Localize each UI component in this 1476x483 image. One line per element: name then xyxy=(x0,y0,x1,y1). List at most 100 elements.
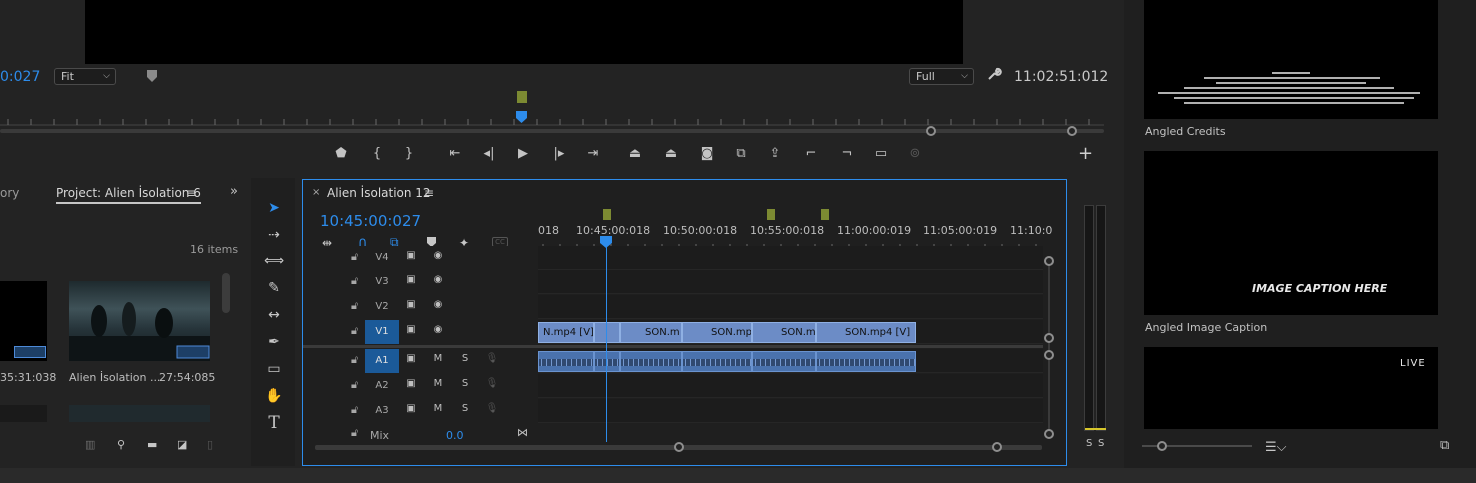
scroll-handle[interactable] xyxy=(1044,429,1054,439)
sort-list-icon[interactable]: ☰⌵ xyxy=(1265,440,1287,455)
graphic-template-thumbnail[interactable] xyxy=(1144,0,1438,119)
tab-history[interactable]: ory xyxy=(0,186,19,200)
video-clip[interactable]: SON.m xyxy=(752,322,816,343)
sequence-tab[interactable]: Alien İsolation 12 xyxy=(327,186,431,200)
mix-volume-value[interactable]: 0.0 xyxy=(446,429,464,442)
trash-icon[interactable]: ▯ xyxy=(207,438,213,451)
timeline-horizontal-scrollbar[interactable] xyxy=(315,442,1042,452)
sync-lock-icon[interactable]: ▣ xyxy=(403,274,419,285)
solo-left-button[interactable]: S xyxy=(1086,438,1092,449)
go-to-out-button[interactable]: ⇥ xyxy=(582,143,604,165)
lock-icon[interactable]: 🔓︎ xyxy=(351,324,358,338)
track-lane[interactable] xyxy=(538,349,1043,373)
lock-icon[interactable]: 🔓︎ xyxy=(351,378,358,392)
monitor-time-ruler[interactable] xyxy=(0,112,1104,126)
monitor-zoom-scrollbar[interactable] xyxy=(0,126,1104,136)
clip-thumbnail[interactable] xyxy=(69,405,210,422)
tab-project[interactable]: Project: Alien İsolation 6 xyxy=(56,186,201,204)
audio-clip[interactable] xyxy=(816,351,916,372)
vr-video-button[interactable]: ⊚ xyxy=(904,143,926,165)
sync-lock-icon[interactable]: ▣ xyxy=(403,250,419,261)
sequence-timecode[interactable]: 10:45:00:027 xyxy=(320,212,421,230)
safe-margins-button[interactable]: ▭ xyxy=(870,143,892,165)
sequence-marker[interactable] xyxy=(821,209,829,220)
microphone-icon[interactable]: 🎙︎ xyxy=(484,403,500,414)
sync-lock-icon[interactable]: ▣ xyxy=(403,378,419,389)
button-editor-add-icon[interactable]: + xyxy=(1078,143,1093,164)
slider-handle[interactable] xyxy=(1157,441,1167,451)
lift-button[interactable]: ⏏ xyxy=(624,143,646,165)
vertical-zoom-scrollbar[interactable] xyxy=(1044,256,1054,439)
playhead-timecode[interactable]: 0:027 xyxy=(0,69,40,85)
marker-shield-icon[interactable] xyxy=(146,69,158,86)
microphone-icon[interactable]: 🎙︎ xyxy=(484,353,500,364)
mute-button[interactable]: M xyxy=(430,403,446,414)
panel-menu-icon[interactable]: ≡ xyxy=(186,186,196,200)
selection-tool-icon[interactable]: ➤ xyxy=(263,197,285,219)
monitor-playhead[interactable] xyxy=(516,111,527,126)
track-target-a3[interactable]: A3 xyxy=(365,399,399,423)
monitor-marker[interactable] xyxy=(517,91,527,103)
new-item-icon[interactable]: ◪ xyxy=(177,438,187,451)
track-lane[interactable] xyxy=(538,399,1043,423)
mark-out-button[interactable]: } xyxy=(398,143,420,165)
track-lane[interactable]: N.mp4 [V] SON.m SON.mp SON.m SON.mp4 [V] xyxy=(538,320,1043,344)
microphone-icon[interactable]: 🎙︎ xyxy=(484,378,500,389)
new-layer-icon[interactable]: ⧉ xyxy=(1440,438,1449,453)
comparison-view-button[interactable]: ⧉ xyxy=(730,143,752,165)
step-forward-button[interactable]: |▸ xyxy=(548,143,570,165)
new-bin-folder-icon[interactable]: ▬ xyxy=(147,438,157,451)
pen-tool-icon[interactable]: ✒ xyxy=(263,331,285,353)
trim-out-button[interactable]: ¬ xyxy=(836,143,858,165)
sequence-marker[interactable] xyxy=(603,209,611,220)
panel-overflow-icon[interactable]: » xyxy=(230,184,238,199)
lock-icon[interactable]: 🔓︎ xyxy=(351,403,358,417)
lock-icon[interactable]: 🔓︎ xyxy=(351,299,358,313)
panel-menu-icon[interactable]: ≡ xyxy=(424,186,434,200)
scroll-start-handle[interactable] xyxy=(926,126,936,136)
video-audio-divider[interactable] xyxy=(303,345,1043,348)
solo-button[interactable]: S xyxy=(457,353,473,364)
solo-button[interactable]: S xyxy=(457,403,473,414)
track-lane[interactable] xyxy=(538,295,1043,319)
track-lane[interactable] xyxy=(538,270,1043,294)
lock-icon[interactable]: 🔓︎ xyxy=(351,426,358,440)
scroll-handle[interactable] xyxy=(1044,333,1054,343)
track-target-v2[interactable]: V2 xyxy=(365,295,399,319)
wrench-icon[interactable] xyxy=(986,66,1002,85)
clip-name[interactable]: Alien İsolation ... xyxy=(69,371,160,384)
freeform-view-icon[interactable]: ▥ xyxy=(85,438,95,451)
scroll-end-handle[interactable] xyxy=(1067,126,1077,136)
audio-clip[interactable] xyxy=(752,351,816,372)
track-target-a1[interactable]: A1 xyxy=(365,349,399,373)
solo-right-button[interactable]: S xyxy=(1098,438,1104,449)
video-clip[interactable]: SON.mp4 [V] xyxy=(816,322,916,343)
track-select-tool-icon[interactable]: ⇢ xyxy=(263,224,285,246)
find-search-icon[interactable]: ⚲ xyxy=(117,438,125,451)
graphic-template-thumbnail[interactable]: IMAGE CAPTION HERE xyxy=(1144,151,1438,315)
clip-thumbnail[interactable] xyxy=(0,405,47,422)
go-to-end-icon[interactable]: ⋈ xyxy=(517,426,528,439)
go-to-in-button[interactable]: ⇤ xyxy=(444,143,466,165)
sync-lock-icon[interactable]: ▣ xyxy=(403,403,419,414)
insert-button[interactable]: ⇪ xyxy=(764,143,786,165)
scroll-handle[interactable] xyxy=(1044,256,1054,266)
hand-tool-icon[interactable]: ✋ xyxy=(263,385,285,407)
zoom-level-dropdown[interactable]: Fit ⌵ xyxy=(54,68,116,85)
scroll-start-handle[interactable] xyxy=(674,442,684,452)
export-frame-camera-icon[interactable]: ◙ xyxy=(696,143,718,165)
eye-icon[interactable]: ◉ xyxy=(430,250,446,261)
video-clip[interactable]: SON.mp xyxy=(682,322,752,343)
scroll-end-handle[interactable] xyxy=(992,442,1002,452)
trim-in-button[interactable]: ⌐ xyxy=(800,143,822,165)
step-back-button[interactable]: ◂| xyxy=(478,143,500,165)
sync-lock-icon[interactable]: ▣ xyxy=(403,299,419,310)
lock-icon[interactable]: 🔓︎ xyxy=(351,250,358,264)
mark-in-button[interactable]: { xyxy=(366,143,388,165)
audio-clip[interactable] xyxy=(620,351,682,372)
project-scrollbar[interactable] xyxy=(222,273,230,313)
video-clip[interactable] xyxy=(594,322,620,343)
track-lane[interactable] xyxy=(538,246,1043,270)
track-target-v4[interactable]: V4 xyxy=(365,246,399,270)
video-clip[interactable]: N.mp4 [V] xyxy=(538,322,594,343)
